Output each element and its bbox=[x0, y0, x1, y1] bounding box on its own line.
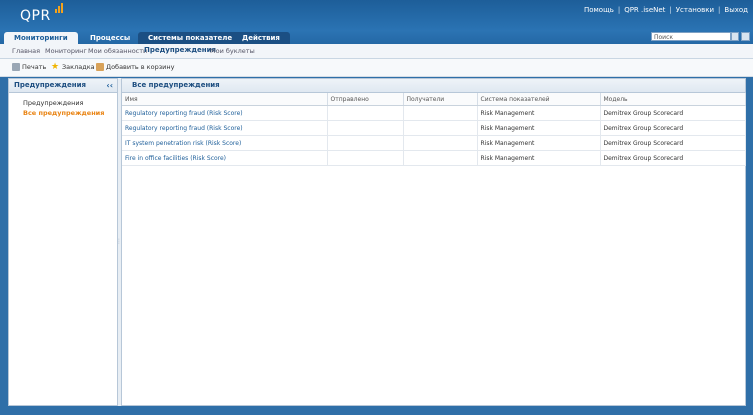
alert-name-link[interactable]: IT system penetration risk (Risk Score) bbox=[122, 135, 328, 151]
tab-actions[interactable]: Действия bbox=[232, 32, 290, 44]
logout-link[interactable]: Выход bbox=[724, 6, 748, 14]
logo-bars-icon bbox=[55, 3, 64, 13]
column-header-recipients[interactable]: Получатели bbox=[403, 93, 478, 106]
splitter-handle[interactable]: ⋮ bbox=[116, 238, 122, 246]
subnav-home[interactable]: Главная bbox=[12, 47, 40, 55]
top-links: Помощь | QPR .iseNet | Установки | Выход bbox=[584, 6, 748, 14]
alert-name-link[interactable]: Fire in office facilities (Risk Score) bbox=[122, 150, 328, 166]
divider: | bbox=[718, 6, 721, 14]
left-panel-header: Предупреждения ‹‹ bbox=[9, 79, 117, 93]
recipients-cell bbox=[403, 135, 478, 151]
content-area: Предупреждения ‹‹ Предупреждения Все пре… bbox=[8, 78, 746, 406]
alert-name-link[interactable]: Regulatory reporting fraud (Risk Score) bbox=[122, 105, 328, 121]
divider: | bbox=[617, 6, 621, 14]
main-tabs: Мониторинги Процессы Системы показателей… bbox=[0, 30, 753, 44]
search-input[interactable]: Поиск bbox=[651, 32, 731, 41]
search-icon[interactable] bbox=[731, 32, 739, 41]
settings-link[interactable]: Установки bbox=[676, 6, 714, 14]
print-button[interactable]: Печать bbox=[12, 63, 46, 71]
divider: | bbox=[669, 6, 672, 14]
add-basket-button[interactable]: Добавить в корзину bbox=[96, 63, 175, 71]
model-cell: Demitrex Group Scorecard bbox=[600, 120, 746, 136]
column-header-name[interactable]: Имя bbox=[122, 93, 328, 106]
bookmark-button[interactable]: ★ Закладка bbox=[51, 62, 95, 72]
collapse-icon[interactable]: ‹‹ bbox=[106, 79, 113, 92]
tab-monitoring[interactable]: Мониторинги bbox=[4, 32, 78, 44]
tree-item-alerts[interactable]: Предупреждения bbox=[9, 99, 117, 107]
basket-icon bbox=[96, 63, 104, 71]
recipients-cell bbox=[403, 105, 478, 121]
alerts-table: Имя Отправлено Получатели Система показа… bbox=[122, 93, 746, 166]
window-icon[interactable] bbox=[741, 32, 750, 41]
scorecard-cell: Risk Management bbox=[477, 135, 601, 151]
recipients-cell bbox=[403, 120, 478, 136]
sub-navigation: Главная Мониторинг Мои обязанности Преду… bbox=[0, 44, 753, 59]
sent-cell bbox=[327, 120, 404, 136]
header-bar: QPR Помощь | QPR .iseNet | Установки | В… bbox=[0, 0, 753, 30]
subnav-alerts[interactable]: Предупреждения bbox=[144, 46, 216, 54]
main-panel-header: Все предупреждения bbox=[122, 79, 745, 93]
add-basket-label: Добавить в корзину bbox=[106, 63, 175, 71]
alert-name-link[interactable]: Regulatory reporting fraud (Risk Score) bbox=[122, 120, 328, 136]
table-row[interactable]: IT system penetration risk (Risk Score) … bbox=[122, 135, 746, 151]
tab-scorecards[interactable]: Системы показателей bbox=[138, 32, 247, 44]
sent-cell bbox=[327, 105, 404, 121]
main-panel: Все предупреждения Имя Отправлено Получа… bbox=[121, 78, 746, 406]
left-panel-title: Предупреждения bbox=[14, 81, 87, 89]
help-link[interactable]: Помощь bbox=[584, 6, 614, 14]
column-header-scorecard[interactable]: Система показателей bbox=[477, 93, 601, 106]
printer-icon bbox=[12, 63, 20, 71]
app-logo: QPR bbox=[20, 8, 51, 24]
model-cell: Demitrex Group Scorecard bbox=[600, 105, 746, 121]
column-header-sent[interactable]: Отправлено bbox=[327, 93, 404, 106]
qpr-isenet-link[interactable]: QPR .iseNet bbox=[624, 6, 665, 14]
table-row[interactable]: Regulatory reporting fraud (Risk Score) … bbox=[122, 105, 746, 121]
subnav-booklets[interactable]: Мои буклеты bbox=[210, 47, 255, 55]
table-row[interactable]: Fire in office facilities (Risk Score) R… bbox=[122, 150, 746, 166]
table-header-row: Имя Отправлено Получатели Система показа… bbox=[122, 93, 746, 106]
recipients-cell bbox=[403, 150, 478, 166]
table-row[interactable]: Regulatory reporting fraud (Risk Score) … bbox=[122, 120, 746, 136]
left-panel: Предупреждения ‹‹ Предупреждения Все пре… bbox=[8, 78, 118, 406]
scorecard-cell: Risk Management bbox=[477, 105, 601, 121]
subnav-monitoring[interactable]: Мониторинг bbox=[45, 47, 87, 55]
star-icon: ★ bbox=[51, 62, 60, 72]
scorecard-cell: Risk Management bbox=[477, 120, 601, 136]
scorecard-cell: Risk Management bbox=[477, 150, 601, 166]
column-header-model[interactable]: Модель bbox=[600, 93, 746, 106]
tree-item-all-alerts[interactable]: Все предупреждения bbox=[9, 109, 117, 117]
model-cell: Demitrex Group Scorecard bbox=[600, 150, 746, 166]
bookmark-label: Закладка bbox=[62, 63, 95, 71]
subnav-responsibilities[interactable]: Мои обязанности bbox=[88, 47, 147, 55]
model-cell: Demitrex Group Scorecard bbox=[600, 135, 746, 151]
main-panel-title: Все предупреждения bbox=[132, 81, 220, 89]
toolbar: Печать ★ Закладка Добавить в корзину bbox=[0, 59, 753, 77]
sent-cell bbox=[327, 150, 404, 166]
sent-cell bbox=[327, 135, 404, 151]
print-label: Печать bbox=[22, 63, 47, 71]
tab-processes[interactable]: Процессы bbox=[80, 32, 140, 44]
